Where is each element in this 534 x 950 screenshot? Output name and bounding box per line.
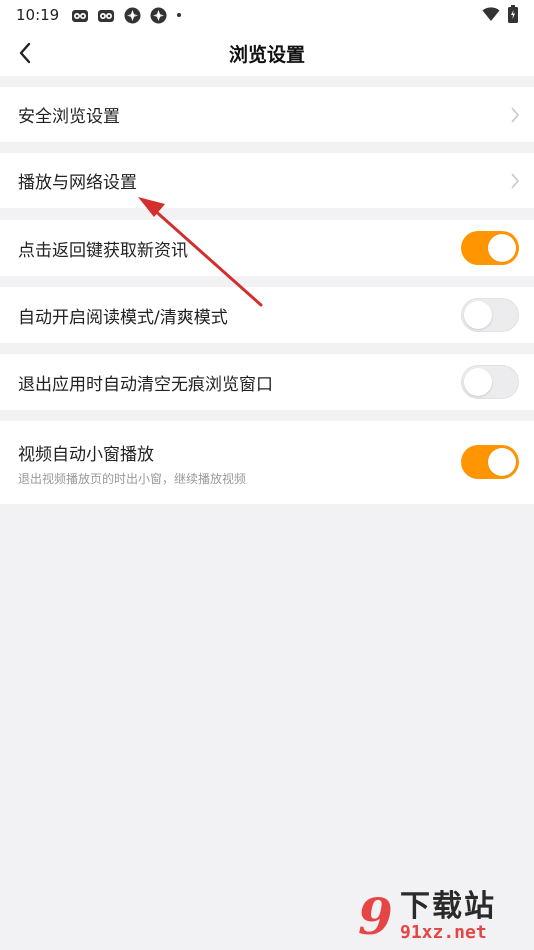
back-key-refresh-toggle[interactable]: [461, 231, 519, 265]
safe-browsing-settings-row[interactable]: 安全浏览设置: [0, 87, 534, 142]
notification-compass-icon: [123, 6, 141, 24]
back-button[interactable]: [10, 38, 40, 68]
notification-app-icon: [97, 6, 115, 24]
safe-browsing-settings-label: 安全浏览设置: [18, 107, 120, 127]
clear-incognito-on-exit-toggle[interactable]: [461, 365, 519, 399]
watermark-url: 91xz.net: [400, 922, 487, 943]
toggle-knob: [488, 234, 516, 262]
video-mini-window-toggle[interactable]: [461, 445, 519, 479]
notification-app-icon: [71, 6, 89, 24]
toggle-knob: [488, 448, 516, 476]
video-mini-window-row: 视频自动小窗播放 退出视频播放页的时出小窗，继续播放视频: [0, 421, 534, 504]
title-bar: 浏览设置: [0, 30, 534, 76]
playback-network-settings-label: 播放与网络设置: [18, 173, 137, 193]
toggle-knob: [464, 368, 492, 396]
back-key-refresh-row: 点击返回键获取新资讯: [0, 220, 534, 276]
wifi-icon: [482, 7, 500, 21]
back-key-refresh-label: 点击返回键获取新资讯: [18, 240, 188, 261]
watermark-text: 下载站: [400, 889, 496, 924]
clear-incognito-on-exit-label: 退出应用时自动清空无痕浏览窗口: [18, 374, 273, 395]
toggle-knob: [464, 301, 492, 329]
watermark-logo: 9: [358, 887, 393, 946]
notification-icons: [71, 6, 182, 24]
auto-reading-mode-row: 自动开启阅读模式/清爽模式: [0, 287, 534, 343]
auto-reading-mode-toggle[interactable]: [461, 298, 519, 332]
video-mini-window-description: 退出视频播放页的时出小窗，继续播放视频: [18, 472, 247, 486]
battery-icon: [508, 5, 518, 23]
status-time: 10:19: [16, 6, 60, 24]
system-icons: [482, 5, 518, 23]
auto-reading-mode-label: 自动开启阅读模式/清爽模式: [18, 307, 228, 328]
status-bar: 10:19: [0, 0, 534, 30]
page-title: 浏览设置: [228, 43, 305, 66]
video-mini-window-label: 视频自动小窗播放: [18, 445, 154, 465]
clear-incognito-on-exit-row: 退出应用时自动清空无痕浏览窗口: [0, 354, 534, 410]
more-notifications-dot-icon: [177, 13, 182, 17]
chevron-right-icon: [511, 172, 520, 189]
site-watermark: 9 下载站 91xz.net: [358, 890, 528, 948]
playback-network-settings-row[interactable]: 播放与网络设置: [0, 153, 534, 208]
notification-compass-icon: [149, 6, 167, 24]
back-arrow-icon: [19, 42, 31, 64]
chevron-right-icon: [511, 106, 520, 123]
